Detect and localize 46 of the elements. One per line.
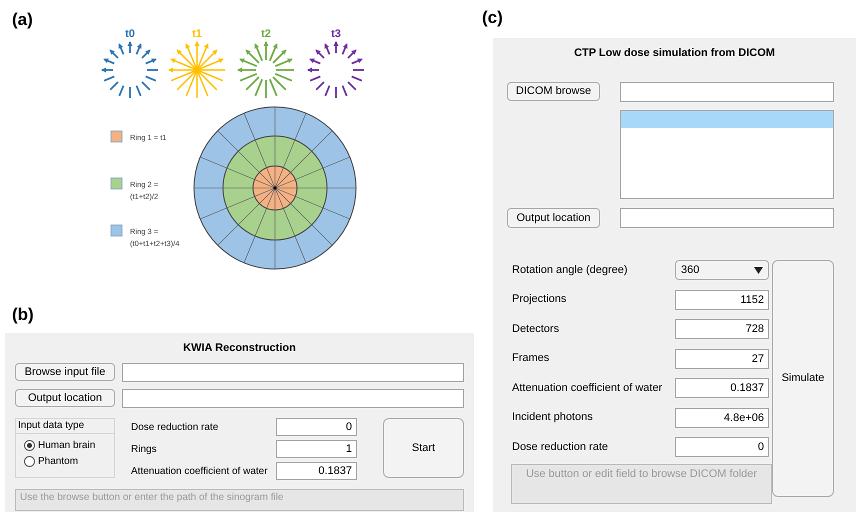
param-label: Projections [512,292,566,308]
group-title: Input data type [16,419,114,434]
timepoint-label: t0 [125,28,135,40]
panel-label: (a) [12,10,33,29]
simulate-button[interactable]: Simulate [772,260,834,497]
path-field[interactable] [620,82,834,102]
param-field[interactable]: 728 [675,319,769,339]
panel-label: (c) [482,8,503,28]
output-location-button[interactable]: Output location [507,208,600,228]
file-list[interactable] [620,110,834,199]
status-bar: Use the browse button or enter the path of the sinogram file [15,489,464,511]
param-label: Rotation angle (degree) [512,262,628,278]
rotation-dropdown[interactable]: 360 [675,260,769,280]
timepoint-label: t3 [331,28,341,40]
start-button[interactable]: Start [383,418,464,478]
param-field[interactable]: 1 [276,440,357,458]
param-field[interactable]: 27 [675,348,769,368]
dropdown-caret-icon [754,266,763,274]
radio-option[interactable]: Human brain [24,439,96,452]
param-label: Dose reduction rate [131,420,218,434]
panel-title: CTP Low dose simulation from DICOM [574,46,775,60]
browse-button[interactable]: Output location [15,389,115,407]
path-field[interactable] [122,389,464,408]
panel-title: KWIA Reconstruction [183,341,296,355]
dicom-browse-button[interactable]: DICOM browse [507,82,600,101]
path-field[interactable] [620,208,834,228]
param-field[interactable]: 0 [675,437,769,457]
param-field[interactable]: 0 [276,418,357,436]
timepoint-label: t2 [261,28,271,40]
param-field[interactable]: 0.1837 [675,378,769,398]
param-label: Detectors [512,322,560,337]
param-label: Dose reduction rate [512,440,608,455]
param-field[interactable]: 4.8e+06 [675,408,769,428]
param-label: Incident photons [512,410,593,426]
param-label: Attenuation coefficient of water [512,380,662,396]
param-field[interactable]: 0.1837 [276,462,357,480]
panel-label: (b) [12,305,34,325]
radio-option[interactable]: Phantom [24,455,78,468]
param-label: Rings [131,442,157,456]
param-field[interactable]: 1152 [675,290,769,310]
param-label: Frames [512,351,550,366]
browse-button[interactable]: Browse input file [15,363,115,381]
path-field[interactable] [122,363,464,382]
status-bar: Use button or edit field to browse DICOM folder [511,464,772,504]
param-label: Attenuation coefficient of water [131,464,268,478]
timepoint-label: t1 [192,28,202,40]
